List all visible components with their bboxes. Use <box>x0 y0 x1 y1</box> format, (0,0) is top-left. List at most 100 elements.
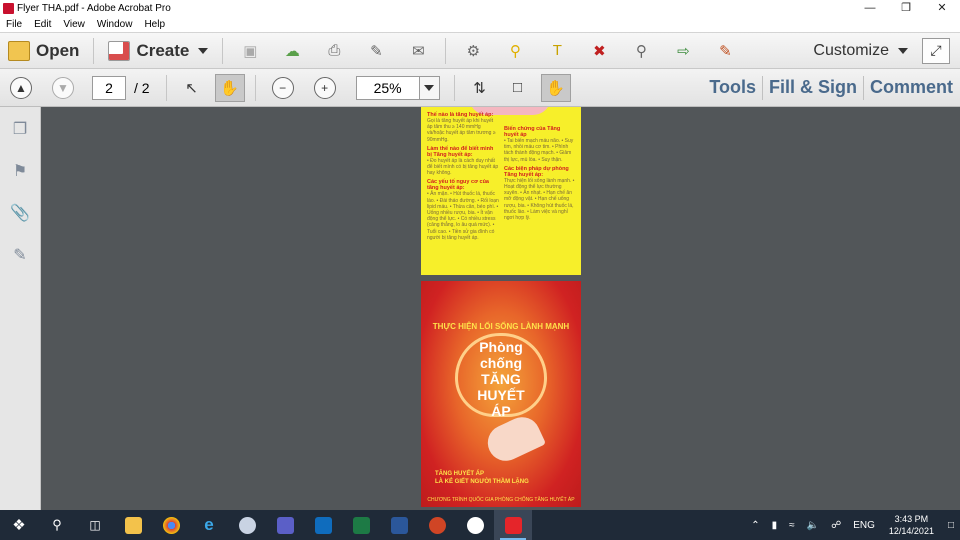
clock-time: 3:43 PM <box>894 514 929 524</box>
folder-icon <box>8 40 30 61</box>
headline-line: TĂNG <box>481 371 521 387</box>
tab-fill-sign[interactable]: Fill & Sign <box>763 77 863 98</box>
minimize-button[interactable]: — <box>852 0 888 17</box>
email-icon[interactable]: ✉ <box>407 40 429 62</box>
create-label: Create <box>136 40 190 60</box>
attachment-icon[interactable]: 📎 <box>9 202 31 224</box>
zoom-dropdown[interactable] <box>419 75 440 100</box>
slogan-text: THỰC HIỆN LỐI SỐNG LÀNH MẠNH <box>432 322 570 331</box>
toolbar-separator <box>453 74 455 101</box>
delete-page-icon[interactable]: ✖ <box>588 40 610 62</box>
document-view[interactable]: Thế nào là tăng huyết áp: Gọi là tăng hu… <box>41 107 960 510</box>
search-icon[interactable]: ⚲ <box>38 510 76 540</box>
toolbar-separator <box>445 37 447 64</box>
program-text: CHƯƠNG TRÌNH QUỐC GIA PHÒNG CHỐNG TĂNG H… <box>427 497 575 503</box>
navigation-pane: ❐ ⚑ 📎 ✎ <box>0 107 41 510</box>
create-button[interactable]: Create <box>100 36 216 66</box>
teams-icon[interactable] <box>266 510 304 540</box>
acrobat-app-icon <box>3 3 14 14</box>
chevron-down-icon <box>424 84 435 91</box>
select-tool-icon[interactable]: ↖ <box>177 74 207 102</box>
acrobat-taskbar-icon[interactable] <box>494 510 532 540</box>
customize-dropdown[interactable]: Customize <box>813 42 922 60</box>
previous-page-button[interactable]: ▲ <box>10 76 32 99</box>
upload-icon[interactable]: ☁ <box>281 40 303 62</box>
bookmark-icon[interactable]: ⚑ <box>9 160 31 182</box>
sign-icon[interactable]: ✎ <box>714 40 736 62</box>
internet-explorer-icon[interactable]: e <box>190 510 228 540</box>
system-tray: ⌃ ▮ ≈ 🔈 ☍ ENG 3:43 PM 12/14/2021 □ <box>745 513 960 537</box>
headline-line: Phòng <box>479 339 523 355</box>
section-body: • Ăn mặn. • Hút thuốc lá, thuốc lào. • Đ… <box>427 191 499 241</box>
section-body: Thực hiện lối sống lành mạnh. • Hoạt độn… <box>504 177 575 222</box>
edit-icon[interactable]: ✎ <box>365 40 387 62</box>
hand-tool-icon[interactable]: ✋ <box>214 73 245 102</box>
task-view-icon[interactable]: ◫ <box>76 510 114 540</box>
chevron-down-icon <box>198 47 209 54</box>
excel-icon[interactable] <box>342 510 380 540</box>
file-explorer-icon[interactable] <box>114 510 152 540</box>
window-title: Flyer THA.pdf - Adobe Acrobat Pro <box>17 3 171 14</box>
comment-icon[interactable]: ⚲ <box>504 40 526 62</box>
powerpoint-icon[interactable] <box>418 510 456 540</box>
fit-page-icon[interactable]: □ <box>503 74 533 102</box>
open-button[interactable]: Open <box>0 36 87 66</box>
signature-icon[interactable]: ✎ <box>9 244 31 266</box>
menu-window[interactable]: Window <box>91 19 139 30</box>
next-page-button[interactable]: ▼ <box>52 76 74 99</box>
print-icon[interactable]: ⎙ <box>323 40 345 62</box>
word-icon[interactable] <box>380 510 418 540</box>
zoom-in-button[interactable]: + <box>313 76 336 99</box>
task-tabs: Tools Fill & Sign Comment <box>703 75 960 100</box>
menu-view[interactable]: View <box>57 19 91 30</box>
zoom-out-button[interactable]: − <box>271 76 294 99</box>
headline-line: HUYẾT <box>477 387 525 403</box>
navigation-toolbar: ▲ ▼ 2 / 2 ↖ ✋ − + 25% ⇅ □ ✋ Tools Fill &… <box>0 69 960 107</box>
menu-file[interactable]: File <box>0 19 28 30</box>
pages-icon[interactable]: ❐ <box>9 118 31 140</box>
scroll-mode-icon[interactable]: ⇅ <box>465 74 495 102</box>
wifi-icon[interactable]: ≈ <box>783 520 801 531</box>
volume-icon[interactable]: 🔈 <box>801 520 825 531</box>
menu-bar: File Edit View Window Help <box>0 17 960 32</box>
snipping-tool-icon[interactable] <box>228 510 266 540</box>
language-indicator[interactable]: ENG <box>847 520 881 531</box>
page1-right-column: Biến chứng của Tăng huyết áp • Tai biến … <box>504 123 576 221</box>
customize-label: Customize <box>813 41 889 59</box>
screen-capture-icon[interactable] <box>456 510 494 540</box>
tab-comment[interactable]: Comment <box>864 77 960 98</box>
expand-icon[interactable]: ⤢ <box>922 37 950 64</box>
close-button[interactable]: ✕ <box>924 0 960 17</box>
chrome-icon[interactable] <box>152 510 190 540</box>
restore-button[interactable]: ❐ <box>888 0 924 17</box>
start-icon[interactable]: ❖ <box>0 510 38 540</box>
headline-line: chống <box>480 355 522 371</box>
toolbar-separator <box>254 74 256 101</box>
section-heading: Các yếu tố nguy cơ của tăng huyết áp: <box>427 179 489 192</box>
gear-icon[interactable]: ⚙ <box>462 40 484 62</box>
toolbar-separator <box>93 37 95 64</box>
section-heading: Các biện pháp dự phòng Tăng huyết áp: <box>504 165 569 178</box>
save-icon[interactable]: ▣ <box>239 40 261 62</box>
tab-tools[interactable]: Tools <box>703 77 762 98</box>
section-body: • Đo huyết áp là cách duy nhất để biết m… <box>427 157 499 177</box>
outlook-icon[interactable] <box>304 510 342 540</box>
read-mode-icon[interactable]: ✋ <box>540 73 571 102</box>
tagline-line: LÀ KẺ GIẾT NGƯỜI THẦM LẶNG <box>435 479 529 485</box>
chevron-down-icon <box>898 47 908 54</box>
export-icon[interactable]: ⇨ <box>672 40 694 62</box>
open-label: Open <box>36 40 80 60</box>
menu-help[interactable]: Help <box>138 19 171 30</box>
zoom-level-input[interactable]: 25% <box>355 75 420 100</box>
network-icon[interactable]: ☍ <box>825 520 847 531</box>
clock[interactable]: 3:43 PM 12/14/2021 <box>881 513 942 537</box>
text-highlight-icon[interactable]: T <box>546 40 568 62</box>
notification-icon[interactable]: □ <box>942 520 960 531</box>
chevron-up-icon[interactable]: ⌃ <box>745 520 765 531</box>
page1-left-column: Thế nào là tăng huyết áp: Gọi là tăng hu… <box>427 109 499 241</box>
battery-icon[interactable]: ▮ <box>766 520 784 531</box>
toolbar-separator <box>222 37 224 64</box>
page-number-input[interactable]: 2 <box>92 75 126 100</box>
menu-edit[interactable]: Edit <box>28 19 57 30</box>
search-doc-icon[interactable]: ⚲ <box>630 40 652 62</box>
